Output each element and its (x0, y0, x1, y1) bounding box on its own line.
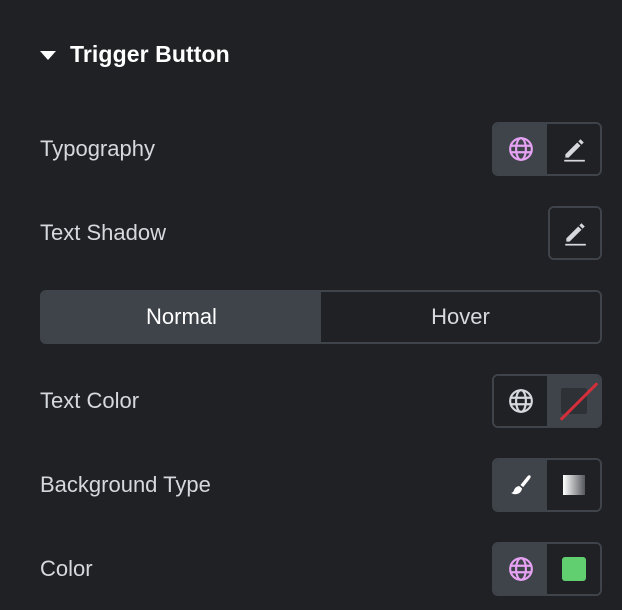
background-type-gradient-button[interactable] (547, 460, 600, 510)
typography-controls (492, 122, 602, 176)
color-swatch (561, 557, 586, 581)
typography-label: Typography (40, 136, 155, 161)
text-color-row: Text Color (40, 374, 602, 428)
color-label: Color (40, 556, 93, 581)
pencil-icon (565, 223, 586, 246)
no-color-swatch (560, 388, 587, 414)
text-shadow-controls (548, 206, 602, 260)
state-tabs: Normal Hover (40, 290, 602, 344)
background-type-label: Background Type (40, 472, 211, 497)
text-shadow-edit-button[interactable] (550, 208, 600, 258)
text-color-controls (492, 374, 602, 428)
color-controls (492, 542, 602, 596)
text-color-picker-button[interactable] (547, 376, 600, 426)
color-picker-button[interactable] (547, 544, 600, 594)
brush-icon (510, 475, 531, 495)
background-type-controls (492, 458, 602, 512)
caret-down-icon (40, 50, 56, 60)
background-type-classic-button[interactable] (494, 460, 547, 510)
typography-row: Typography (40, 122, 602, 176)
tab-normal[interactable]: Normal (42, 292, 321, 342)
tab-hover[interactable]: Hover (321, 292, 600, 342)
style-panel: Trigger Button Typography Text Shadow No… (0, 0, 622, 610)
section-title: Trigger Button (70, 40, 230, 67)
background-type-row: Background Type (40, 458, 602, 512)
globe-icon (508, 389, 533, 413)
typography-global-button[interactable] (494, 124, 547, 174)
color-row: Color (40, 542, 602, 596)
color-global-button[interactable] (494, 544, 547, 594)
gradient-icon (562, 475, 585, 495)
text-color-label: Text Color (40, 388, 140, 413)
section-toggle-trigger-button[interactable]: Trigger Button (40, 36, 230, 72)
text-color-global-button[interactable] (494, 376, 547, 426)
globe-icon (508, 557, 533, 581)
pencil-icon (563, 139, 585, 162)
text-shadow-label: Text Shadow (40, 220, 166, 245)
globe-icon (508, 137, 533, 161)
typography-edit-button[interactable] (547, 124, 600, 174)
text-shadow-row: Text Shadow (40, 206, 602, 260)
